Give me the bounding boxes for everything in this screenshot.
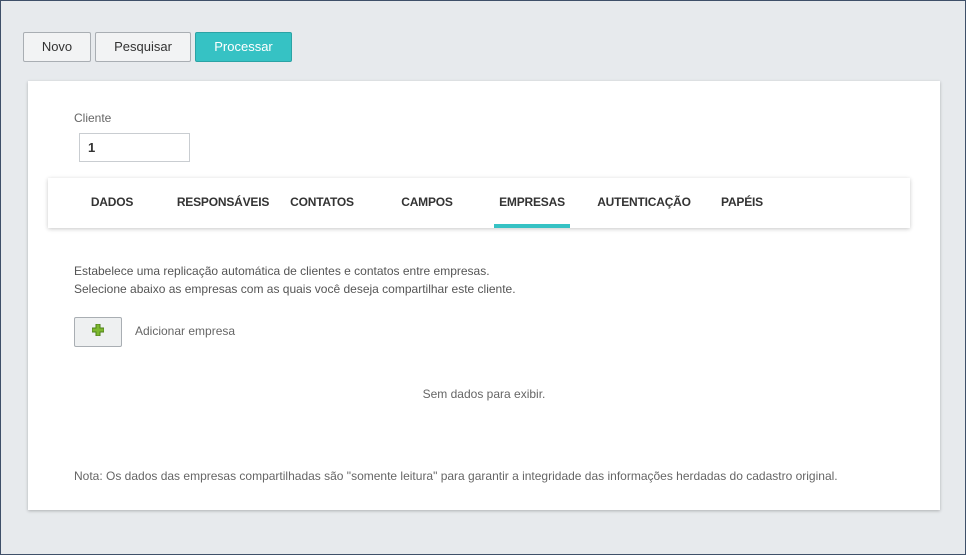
empresas-description: Estabelece uma replicação automática de …: [74, 262, 516, 298]
empty-message: Sem dados para exibir.: [422, 387, 546, 401]
add-company-label: Adicionar empresa: [135, 324, 236, 338]
tab-empresas[interactable]: EMPRESAS: [494, 178, 570, 228]
tab-autenticacao[interactable]: AUTENTICAÇÃO: [596, 178, 692, 228]
process-button[interactable]: Processar: [195, 32, 292, 62]
tab-dados[interactable]: DADOS: [80, 178, 144, 228]
toolbar: Novo Pesquisar Processar: [23, 32, 292, 62]
client-label: Cliente: [74, 111, 112, 125]
tab-papeis[interactable]: PAPÉIS: [716, 178, 768, 228]
client-panel: Cliente DADOS RESPONSÁVEIS CONTATOS CAMP…: [28, 81, 940, 510]
add-company-button[interactable]: [74, 317, 122, 347]
app-window: Novo Pesquisar Processar Cliente DADOS R…: [0, 0, 966, 555]
new-button[interactable]: Novo: [23, 32, 91, 62]
search-button[interactable]: Pesquisar: [95, 32, 191, 62]
description-line: Estabelece uma replicação automática de …: [74, 264, 490, 278]
plus-icon: [91, 323, 105, 341]
client-field[interactable]: [79, 133, 190, 162]
tab-bar: DADOS RESPONSÁVEIS CONTATOS CAMPOS EMPRE…: [48, 178, 910, 228]
tab-responsaveis[interactable]: RESPONSÁVEIS: [176, 178, 270, 228]
tab-contatos[interactable]: CONTATOS: [288, 178, 356, 228]
tab-campos[interactable]: CAMPOS: [394, 178, 460, 228]
description-line: Selecione abaixo as empresas com as quai…: [74, 282, 516, 296]
read-only-note: Nota: Os dados das empresas compartilhad…: [74, 469, 838, 483]
